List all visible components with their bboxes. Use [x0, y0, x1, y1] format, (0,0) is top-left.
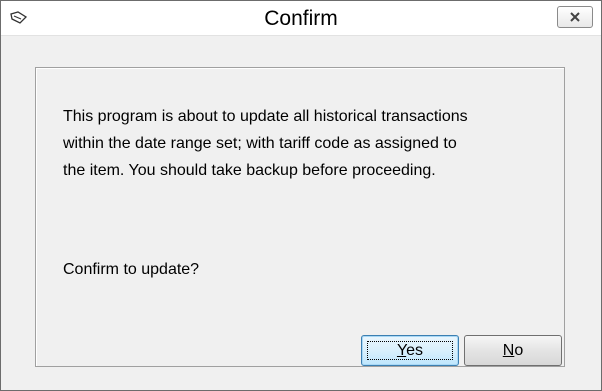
no-mnemonic: N [502, 342, 515, 359]
close-button[interactable] [557, 6, 593, 28]
close-icon [570, 12, 580, 22]
message-line: This program is about to update all hist… [63, 108, 468, 125]
window-title: Confirm [264, 7, 338, 30]
confirmation-message: This program is about to update all hist… [63, 103, 563, 184]
message-line: the item. You should take backup before … [63, 162, 436, 179]
title-bar[interactable]: Confirm [1, 1, 601, 36]
yes-button[interactable]: Yes [361, 335, 459, 366]
confirm-dialog-window: Confirm This program is about to update … [0, 0, 602, 391]
focus-indicator [367, 341, 453, 360]
confirmation-question: Confirm to update? [63, 261, 200, 278]
message-line: within the date range set; with tariff c… [63, 135, 457, 152]
no-label: o [514, 342, 524, 359]
no-button[interactable]: No [464, 335, 562, 366]
